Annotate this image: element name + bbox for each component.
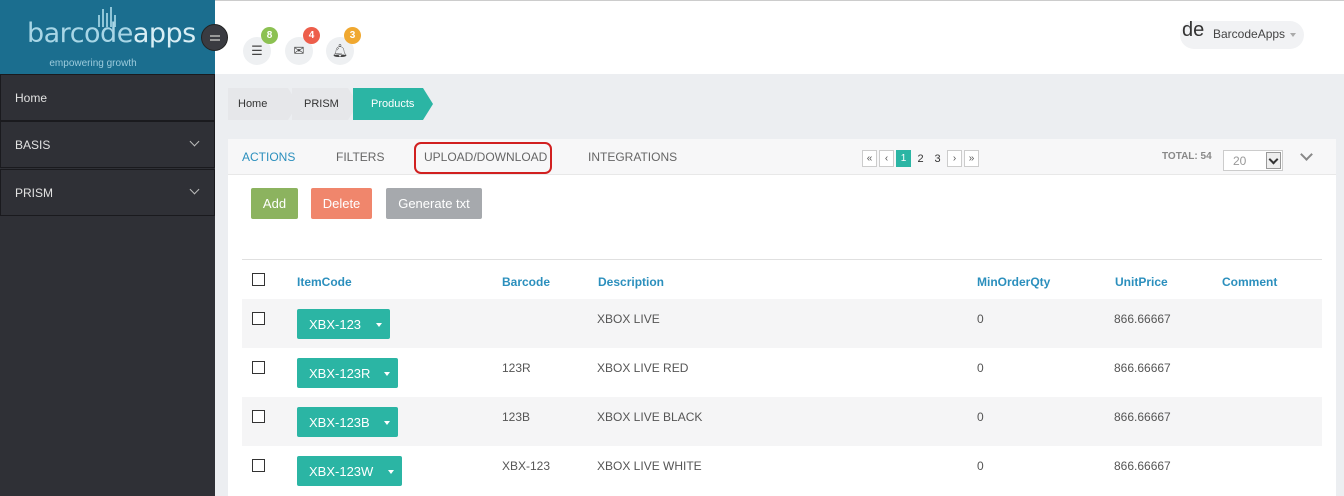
caret-down-icon	[388, 470, 394, 474]
chevron-down-icon	[189, 184, 200, 195]
itemcode-dropdown-button[interactable]: XBX-123W	[297, 456, 402, 486]
unitprice-cell: 866.66667	[1114, 312, 1171, 326]
messages-count-badge: 4	[303, 27, 320, 44]
page-3-button[interactable]: 3	[930, 150, 945, 167]
tasks-button[interactable]: ☰ 8	[243, 27, 278, 65]
column-header-comment[interactable]: Comment	[1222, 275, 1277, 289]
table-header: ItemCode Barcode Description MinOrderQty…	[242, 259, 1322, 299]
sidebar-item-home[interactable]: Home	[0, 74, 215, 121]
hamburger-icon	[209, 34, 220, 41]
description-cell: XBOX LIVE RED	[597, 361, 689, 375]
minorderqty-cell: 0	[977, 410, 984, 424]
generate-txt-button[interactable]: Generate txt	[386, 188, 482, 219]
itemcode-dropdown-button[interactable]: XBX-123R	[297, 358, 398, 388]
tab-bar: ACTIONS FILTERS UPLOAD/DOWNLOAD INTEGRAT…	[228, 139, 1336, 175]
breadcrumb-products[interactable]: Products	[353, 88, 433, 120]
select-all-checkbox[interactable]	[252, 273, 265, 286]
column-header-description[interactable]: Description	[598, 275, 664, 289]
row-checkbox[interactable]	[252, 459, 265, 472]
first-page-button[interactable]: «	[862, 150, 877, 167]
sidebar-item-basis[interactable]: BASIS	[0, 121, 215, 168]
column-header-barcode[interactable]: Barcode	[502, 275, 550, 289]
itemcode-label: XBX-123W	[309, 463, 374, 479]
sidebar-item-prism[interactable]: PRISM	[0, 169, 215, 216]
page-1-button[interactable]: 1	[896, 150, 911, 167]
collapse-chevron-icon[interactable]	[1300, 148, 1313, 161]
brand-name: barcodeapps	[27, 18, 196, 49]
envelope-icon: ✉	[293, 43, 305, 58]
table-row: XBX-123R 123R XBOX LIVE RED 0 866.66667	[242, 348, 1322, 397]
last-page-button[interactable]: »	[964, 150, 979, 167]
itemcode-label: XBX-123	[309, 316, 362, 332]
caret-down-icon	[384, 372, 390, 376]
table-row: XBX-123 XBOX LIVE 0 866.66667	[242, 299, 1322, 348]
itemcode-dropdown-button[interactable]: XBX-123B	[297, 407, 398, 437]
description-cell: XBOX LIVE WHITE	[597, 459, 702, 473]
breadcrumb-home[interactable]: Home	[228, 88, 298, 120]
sidebar-item-label: Home	[15, 90, 48, 105]
page-2-button[interactable]: 2	[913, 150, 928, 167]
itemcode-label: XBX-123B	[309, 414, 370, 430]
itemcode-label: XBX-123R	[309, 365, 371, 381]
barcode-cell: XBX-123	[502, 459, 551, 473]
column-header-itemcode[interactable]: ItemCode	[297, 275, 352, 289]
sidebar-item-label: PRISM	[15, 185, 54, 200]
description-cell: XBOX LIVE	[597, 312, 660, 326]
page-size-value: 20	[1233, 154, 1247, 168]
add-button[interactable]: Add	[251, 188, 298, 219]
avatar: de	[1182, 19, 1205, 41]
messages-button[interactable]: ✉ 4	[285, 27, 320, 65]
chevron-down-icon	[1266, 152, 1281, 169]
minorderqty-cell: 0	[977, 361, 984, 375]
chevron-down-icon	[189, 136, 200, 147]
unitprice-cell: 866.66667	[1114, 410, 1171, 424]
description-cell: XBOX LIVE BLACK	[597, 410, 703, 424]
tab-filters[interactable]: FILTERS	[336, 150, 384, 164]
row-checkbox[interactable]	[252, 361, 265, 374]
barcode-cell: 123B	[502, 410, 531, 424]
sidebar: barcodeapps empowering growth Home BASIS…	[0, 0, 215, 496]
unitprice-cell: 866.66667	[1114, 459, 1171, 473]
minorderqty-cell: 0	[977, 459, 984, 473]
delete-button[interactable]: Delete	[311, 188, 372, 219]
breadcrumb-prism[interactable]: PRISM	[292, 88, 358, 120]
pagination: « ‹ 1 2 3 › »	[862, 150, 979, 167]
itemcode-dropdown-button[interactable]: XBX-123	[297, 309, 390, 339]
page-size-select[interactable]: 20	[1223, 150, 1283, 171]
tab-integrations[interactable]: INTEGRATIONS	[588, 150, 677, 164]
caret-down-icon	[1290, 33, 1296, 37]
unitprice-cell: 866.66667	[1114, 361, 1171, 375]
barcode-cell: 123R	[502, 361, 531, 375]
column-header-minorderqty[interactable]: MinOrderQty	[977, 275, 1050, 289]
column-header-unitprice[interactable]: UnitPrice	[1115, 275, 1168, 289]
total-count: TOTAL: 54	[1162, 151, 1212, 162]
row-checkbox[interactable]	[252, 410, 265, 423]
tasks-count-badge: 8	[261, 27, 278, 44]
brand-logo[interactable]: barcodeapps empowering growth	[0, 0, 215, 74]
sidebar-item-label: BASIS	[15, 137, 51, 152]
menu-toggle-button[interactable]	[201, 24, 228, 51]
user-menu[interactable]: de BarcodeApps	[1180, 19, 1304, 49]
next-page-button[interactable]: ›	[947, 150, 962, 167]
table-row: XBX-123W XBX-123 XBOX LIVE WHITE 0 866.6…	[242, 446, 1322, 495]
caret-down-icon	[384, 421, 390, 425]
caret-down-icon	[376, 323, 382, 327]
notifications-count-badge: 3	[344, 27, 361, 44]
notifications-button[interactable]: 🔔︎ 3	[326, 27, 361, 65]
table-row: XBX-123B 123B XBOX LIVE BLACK 0 866.6666…	[242, 397, 1322, 446]
brand-tagline: empowering growth	[49, 58, 137, 69]
user-name: BarcodeApps	[1213, 27, 1286, 41]
row-checkbox[interactable]	[252, 312, 265, 325]
tasks-icon: ☰	[251, 43, 263, 58]
tab-actions[interactable]: ACTIONS	[242, 150, 295, 164]
products-panel: ACTIONS FILTERS UPLOAD/DOWNLOAD INTEGRAT…	[228, 139, 1336, 496]
bell-icon: 🔔︎	[331, 43, 349, 58]
prev-page-button[interactable]: ‹	[879, 150, 894, 167]
highlight-annotation	[414, 142, 552, 174]
top-header: ☰ 8 ✉ 4 🔔︎ 3 de BarcodeApps	[215, 0, 1344, 74]
minorderqty-cell: 0	[977, 312, 984, 326]
